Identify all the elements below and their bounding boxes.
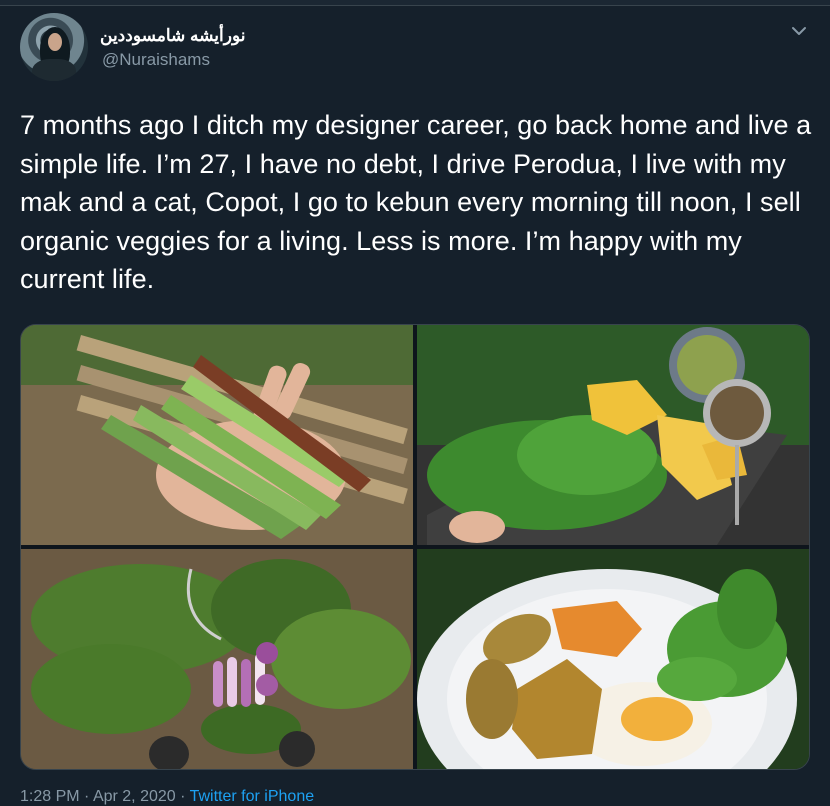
media-grid — [20, 324, 810, 770]
avatar[interactable] — [20, 13, 88, 81]
tweet-source-link[interactable]: Twitter for iPhone — [190, 788, 315, 805]
tweet[interactable]: نورأيشه شامسوددين @Nuraishams 7 months a… — [0, 6, 830, 806]
photo-harvest[interactable] — [21, 549, 413, 769]
user-handle[interactable]: @Nuraishams — [102, 50, 210, 70]
footer-separator: · — [79, 788, 93, 805]
photo-greens-fruit[interactable] — [417, 325, 809, 545]
photo-meal[interactable] — [417, 549, 809, 769]
tweet-date[interactable]: Apr 2, 2020 — [93, 788, 176, 805]
display-name[interactable]: نورأيشه شامسوددين — [100, 26, 270, 46]
avatar-body — [32, 59, 76, 81]
avatar-face — [48, 33, 62, 51]
chevron-down-icon[interactable] — [790, 22, 808, 40]
tweet-text: 7 months ago I ditch my designer career,… — [20, 110, 812, 294]
footer-separator: · — [175, 788, 190, 805]
photo-okra[interactable] — [21, 325, 413, 545]
tweet-time[interactable]: 1:28 PM — [20, 788, 80, 805]
tweet-footer: 1:28 PM · Apr 2, 2020 · Twitter for iPho… — [20, 788, 314, 806]
